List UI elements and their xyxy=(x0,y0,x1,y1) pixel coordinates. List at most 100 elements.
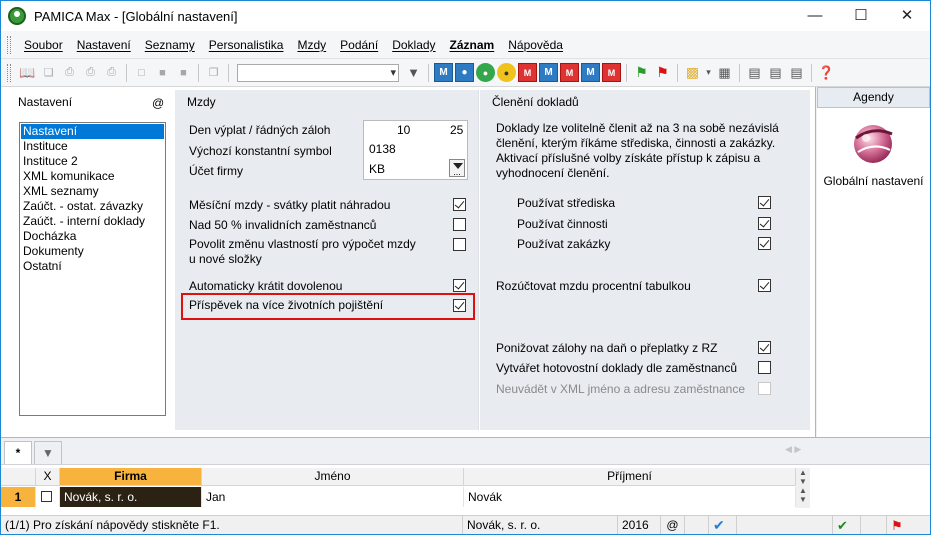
tab-filter[interactable]: ▼ xyxy=(34,441,62,464)
person-blue-icon[interactable]: ● xyxy=(455,63,474,82)
status-check-icon[interactable]: ✔ xyxy=(709,516,737,534)
mesicni-mzdy-checkbox[interactable] xyxy=(453,198,466,211)
menu-mzdy[interactable]: Mzdy xyxy=(290,38,333,52)
filter-icon[interactable]: ▼ xyxy=(404,63,423,82)
menu-zaznam[interactable]: Záznam xyxy=(443,38,502,52)
status-ok-icon[interactable]: ✔ xyxy=(833,516,861,534)
invalidni-checkbox[interactable] xyxy=(453,218,466,231)
person-yellow-icon[interactable]: ● xyxy=(497,63,516,82)
ucet-firmy-field[interactable]: KB xyxy=(369,162,385,176)
menu-seznamy[interactable]: Seznamy xyxy=(138,38,202,52)
m-person-icon[interactable]: M xyxy=(581,63,600,82)
konst-symbol-field[interactable]: 0138 xyxy=(369,142,396,156)
grid-cell-jmeno[interactable]: Jan xyxy=(202,487,464,507)
list-item[interactable]: Instituce 2 xyxy=(21,154,164,169)
folder-icon[interactable]: ▩ xyxy=(683,63,702,82)
menu-soubor[interactable]: Soubor xyxy=(17,38,70,52)
den-vyplat-field[interactable]: 10 xyxy=(397,123,410,137)
status-at-icon[interactable]: @ xyxy=(661,516,685,534)
toolbar-grip[interactable] xyxy=(7,63,11,82)
ucet-firmy-dropdown-button[interactable]: ... xyxy=(449,159,465,177)
list-item[interactable]: Ostatní xyxy=(21,259,164,274)
agendy-title: Agendy xyxy=(817,87,930,108)
hotovostni-doklady-checkbox[interactable] xyxy=(758,361,771,374)
calculator-icon[interactable]: ▦ xyxy=(715,63,734,82)
status-flag-icon[interactable]: ⚑ xyxy=(887,516,915,534)
grid-header-jmeno[interactable]: Jméno xyxy=(202,468,464,486)
toolbar-separator xyxy=(198,63,199,82)
print-icon[interactable]: ⎙ xyxy=(60,63,79,82)
list-item[interactable]: Dokumenty xyxy=(21,244,164,259)
list-icon[interactable]: ▤ xyxy=(766,63,785,82)
close-button[interactable]: ✕ xyxy=(884,1,930,31)
at-icon[interactable]: @ xyxy=(152,96,164,110)
globalni-nastaveni-icon[interactable] xyxy=(848,120,898,164)
cinnosti-checkbox[interactable] xyxy=(758,217,771,230)
m-alt-icon[interactable]: M xyxy=(539,63,558,82)
document-icon[interactable]: ▤ xyxy=(787,63,806,82)
strediska-checkbox[interactable] xyxy=(758,196,771,209)
list-item[interactable]: XML seznamy xyxy=(21,184,164,199)
grid-row-number[interactable]: 1 xyxy=(1,487,36,507)
row-select-checkbox[interactable] xyxy=(41,491,52,502)
m-icon[interactable]: M xyxy=(434,63,453,82)
grid-header-prijmeni[interactable]: Příjmení xyxy=(464,468,796,486)
title-bar: PAMICA Max - [Globální nastavení] — ☐ ✕ xyxy=(1,1,930,31)
quick-filter-combo[interactable] xyxy=(237,63,399,82)
menu-doklady[interactable]: Doklady xyxy=(385,38,442,52)
main-window: PAMICA Max - [Globální nastavení] — ☐ ✕ … xyxy=(0,0,931,535)
kratit-dovolenou-checkbox[interactable] xyxy=(453,279,466,292)
list-item[interactable]: Zaúčt. - ostat. závazky xyxy=(21,199,164,214)
rozuctovat-checkbox[interactable] xyxy=(758,279,771,292)
window-title: PAMICA Max - [Globální nastavení] xyxy=(34,8,238,24)
zakazky-checkbox[interactable] xyxy=(758,237,771,250)
tab-all[interactable]: * xyxy=(4,441,32,464)
grid-cell-prijmeni[interactable]: Novák xyxy=(464,487,796,507)
ponizovat-zalohy-checkbox[interactable] xyxy=(758,341,771,354)
duplicate-icon[interactable]: ❐ xyxy=(204,63,223,82)
print-preview-icon[interactable]: ⎙ xyxy=(81,63,100,82)
save-as-icon[interactable]: ■ xyxy=(174,63,193,82)
help-icon[interactable]: ❓ xyxy=(817,63,836,82)
window-icon[interactable]: ▤ xyxy=(745,63,764,82)
flag-green-icon[interactable]: ⚑ xyxy=(632,63,651,82)
toolbar-separator xyxy=(739,63,740,82)
menu-napoveda[interactable]: Nápověda xyxy=(501,38,570,52)
grid-scrollbar[interactable]: ▲ ▼ ▲ ▼ xyxy=(796,468,810,508)
menu-grip[interactable] xyxy=(7,35,11,54)
menu-personalistika[interactable]: Personalistika xyxy=(202,38,291,52)
strediska-label: Používat střediska xyxy=(517,196,616,210)
grid-cell-firma[interactable]: Novák, s. r. o. xyxy=(60,487,202,507)
nastaveni-title: Nastavení xyxy=(18,95,73,109)
grid-header-x[interactable]: X xyxy=(36,468,60,486)
status-company: Novák, s. r. o. xyxy=(463,516,618,534)
flag-red-icon[interactable]: ⚑ xyxy=(653,63,672,82)
ucet-firmy-dots: ... xyxy=(453,167,461,177)
list-item[interactable]: Docházka xyxy=(21,229,164,244)
copy-icon[interactable]: ❏ xyxy=(39,63,58,82)
menu-podani[interactable]: Podání xyxy=(333,38,385,52)
list-item[interactable]: Nastavení xyxy=(21,124,164,139)
new-icon[interactable]: □ xyxy=(132,63,151,82)
person-green-icon[interactable]: ● xyxy=(476,63,495,82)
minimize-button[interactable]: — xyxy=(792,1,838,31)
list-item[interactable]: XML komunikace xyxy=(21,169,164,184)
table-row[interactable] xyxy=(36,487,60,507)
book-icon[interactable]: 📖 xyxy=(18,63,37,82)
grid-header-firma[interactable]: Firma xyxy=(60,468,202,486)
folder-dropdown-icon[interactable]: ▾ xyxy=(704,63,713,82)
m-red-alt-icon[interactable]: M xyxy=(560,63,579,82)
zmena-vlastnosti-checkbox[interactable] xyxy=(453,238,466,251)
save-icon[interactable]: ■ xyxy=(153,63,172,82)
tab-scroll-arrows-icon[interactable]: ◀ ▶ xyxy=(785,444,801,455)
list-item[interactable]: Instituce xyxy=(21,139,164,154)
zaloh-field[interactable]: 25 xyxy=(450,123,463,137)
nastaveni-list[interactable]: Nastavení Instituce Instituce 2 XML komu… xyxy=(19,122,166,416)
list-item[interactable]: Zaúčt. - interní doklady xyxy=(21,214,164,229)
menu-nastaveni[interactable]: Nastavení xyxy=(70,38,138,52)
print-setup-icon[interactable]: ⎙ xyxy=(102,63,121,82)
m-red-icon[interactable]: M xyxy=(518,63,537,82)
maximize-button[interactable]: ☐ xyxy=(838,1,884,31)
agendy-item-label[interactable]: Globální nastavení xyxy=(817,174,930,188)
m-cancel-icon[interactable]: M xyxy=(602,63,621,82)
